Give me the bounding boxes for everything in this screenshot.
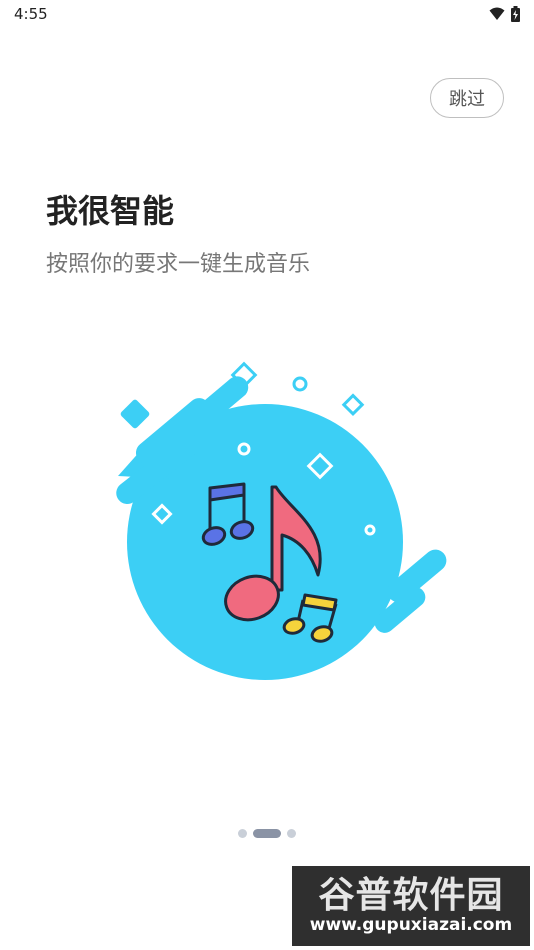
status-bar: 4:55 [0,0,534,30]
page-subtitle: 按照你的要求一键生成音乐 [46,252,311,277]
status-time: 4:55 [14,5,48,23]
page-dot [238,829,247,838]
page-indicator [238,829,296,838]
wifi-icon [489,7,505,20]
page-dot [287,829,296,838]
page-title: 我很智能 [46,192,175,230]
music-illustration [116,361,447,680]
watermark-url: www.gupuxiazai.com [309,915,513,935]
page-dot-active [253,829,281,838]
status-icons [489,5,520,23]
watermark-name: 谷普软件园 [318,875,504,916]
battery-icon [511,6,520,22]
skip-button[interactable]: 跳过 [430,78,504,118]
watermark-logo: 谷普软件园 www.gupuxiazai.com [292,866,530,946]
